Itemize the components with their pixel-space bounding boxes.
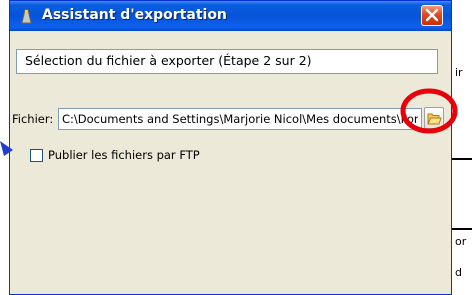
title-bar[interactable]: Assistant d'exportation	[10, 1, 451, 31]
background-divider	[452, 158, 472, 160]
close-icon	[425, 8, 439, 22]
background-text-fragment: ir	[455, 66, 463, 79]
step-header: Sélection du fichier à exporter (Étape 2…	[16, 49, 438, 74]
circle-annotation	[400, 88, 458, 134]
background-text-fragment: d	[455, 266, 462, 279]
background-text-fragment: or	[455, 235, 467, 248]
step-title: Sélection du fichier à exporter (Étape 2…	[25, 53, 312, 68]
file-label: Fichier:	[12, 112, 54, 126]
app-icon	[21, 9, 32, 24]
export-wizard-dialog: Assistant d'exportation Sélection du fic…	[9, 0, 452, 295]
background-divider	[452, 228, 472, 230]
file-path-input[interactable]	[58, 108, 422, 130]
ftp-checkbox-label[interactable]: Publier les fichiers par FTP	[48, 148, 200, 162]
close-button[interactable]	[421, 5, 443, 26]
background-window-edge: ir or d	[452, 0, 472, 295]
arrow-annotation	[0, 141, 13, 156]
ftp-checkbox[interactable]	[30, 149, 43, 162]
window-title: Assistant d'exportation	[42, 7, 227, 23]
